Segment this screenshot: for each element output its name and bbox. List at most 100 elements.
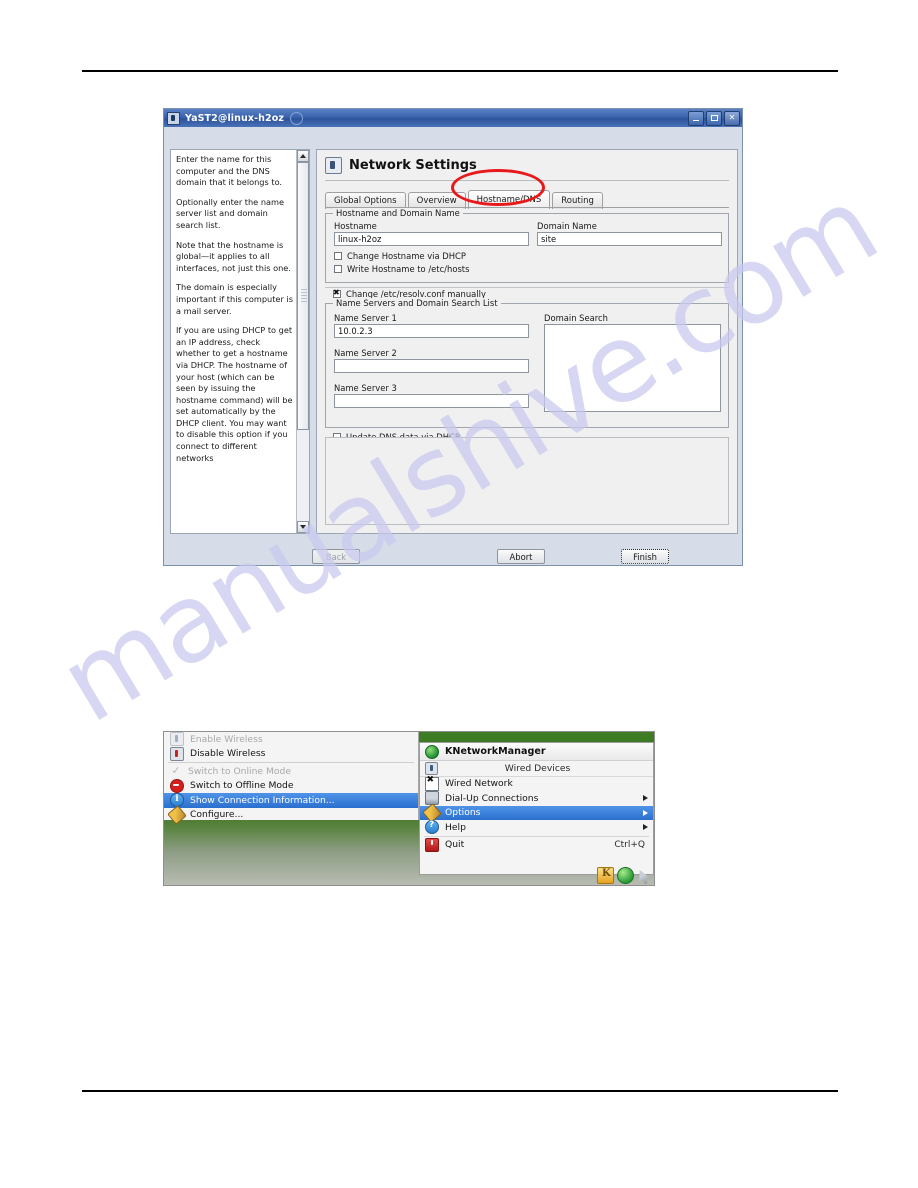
menu-header-label: KNetworkManager <box>445 746 546 757</box>
domain-name-label: Domain Name <box>537 221 597 231</box>
scrollbar-thumb[interactable] <box>297 162 309 430</box>
menu-section-wired-devices: Wired Devices <box>420 761 653 777</box>
domain-search-listbox[interactable] <box>544 324 721 412</box>
menu-item-configure[interactable]: Configure... <box>164 804 418 825</box>
submenu-arrow-icon <box>643 824 648 831</box>
back-button[interactable]: Back <box>312 549 360 564</box>
menu-item-label: Quit <box>445 839 465 851</box>
nameservers-group-legend: Name Servers and Domain Search List <box>333 298 501 308</box>
name-server-1-input[interactable]: 10.0.2.3 <box>334 324 529 338</box>
menu-item-enable-wireless[interactable]: Enable Wireless <box>164 732 418 747</box>
close-button[interactable]: ✕ <box>724 110 740 126</box>
window-title-badge-icon <box>290 111 303 125</box>
page-rule-bottom <box>82 1090 838 1092</box>
window-body: Enter the name for this computer and the… <box>164 127 742 567</box>
knetworkmanager-icon <box>425 744 439 759</box>
settings-content-pane: Network Settings Global Options Overview… <box>316 149 738 534</box>
page-rule-top <box>82 70 838 72</box>
menu-item-label: Dial-Up Connections <box>445 792 539 804</box>
help-paragraph: Note that the hostname is global—it appl… <box>176 239 291 273</box>
help-paragraph: Enter the name for this computer and the… <box>176 154 283 188</box>
checkbox-box <box>333 288 341 298</box>
maximize-button[interactable] <box>706 110 722 126</box>
domain-name-input[interactable]: site <box>537 232 722 246</box>
network-settings-icon <box>325 157 342 174</box>
menu-item-label: Configure... <box>190 809 244 821</box>
help-text: Enter the name for this computer and the… <box>171 150 296 533</box>
menu-header: KNetworkManager <box>420 743 653 761</box>
minimize-button[interactable] <box>688 110 704 126</box>
hostname-group-legend: Hostname and Domain Name <box>333 208 463 218</box>
cursor-icon <box>639 869 651 884</box>
hostname-input[interactable]: linux-h2oz <box>334 232 529 246</box>
checkbox-label: Change Hostname via DHCP <box>347 251 466 261</box>
page-title: Network Settings <box>349 158 477 173</box>
wrench-icon <box>167 804 187 825</box>
quit-icon <box>425 837 439 852</box>
abort-button[interactable]: Abort <box>497 549 545 564</box>
menu-item-label: Disable Wireless <box>190 748 266 760</box>
knetworkmanager-tray-icon[interactable] <box>617 867 634 884</box>
domain-search-label: Domain Search <box>544 313 608 323</box>
menu-divider <box>168 762 414 763</box>
kde-menu-icon[interactable] <box>597 867 614 884</box>
name-server-2-label: Name Server 2 <box>334 348 397 358</box>
name-server-3-input[interactable] <box>334 394 529 408</box>
menu-item-shortcut: Ctrl+Q <box>614 839 645 850</box>
menu-item-help[interactable]: Help <box>420 820 653 835</box>
knetworkmanager-screenshot: Enable Wireless Disable Wireless ✓ Switc… <box>163 731 655 886</box>
menu-divider <box>424 835 649 837</box>
menu-item-disable-wireless[interactable]: Disable Wireless <box>164 746 418 762</box>
submenu-arrow-icon <box>643 795 648 802</box>
menu-item-quit[interactable]: Quit Ctrl+Q <box>420 837 653 853</box>
menu-item-wired-network[interactable]: Wired Network <box>420 775 653 792</box>
checkbox-label: Write Hostname to /etc/hosts <box>347 264 470 274</box>
yast-app-icon <box>167 111 180 125</box>
window-controls: ✕ <box>688 110 740 126</box>
write-hostname-hosts-checkbox[interactable]: Write Hostname to /etc/hosts <box>334 264 469 274</box>
stop-icon <box>170 778 184 793</box>
help-panel: Enter the name for this computer and the… <box>170 149 310 534</box>
empty-content-area <box>325 437 729 525</box>
system-tray <box>597 867 652 884</box>
window-titlebar[interactable]: YaST2@linux-h2oz ✕ <box>164 109 742 127</box>
menu-item-switch-offline[interactable]: Switch to Offline Mode <box>164 778 418 794</box>
menu-item-label: Wired Network <box>445 778 513 790</box>
change-hostname-dhcp-checkbox[interactable]: Change Hostname via DHCP <box>334 251 466 261</box>
menu-item-label: Enable Wireless <box>190 733 263 745</box>
submenu-arrow-icon <box>643 809 648 816</box>
header-divider <box>325 180 729 181</box>
help-icon <box>425 820 439 835</box>
help-scrollbar[interactable] <box>296 150 309 533</box>
name-server-3-label: Name Server 3 <box>334 383 397 393</box>
hostname-domain-group: Hostname and Domain Name Hostname linux-… <box>325 208 729 283</box>
x-icon <box>425 775 439 791</box>
name-server-2-input[interactable] <box>334 359 529 373</box>
check-icon: ✓ <box>171 764 181 778</box>
menu-item-label: Show Connection Information... <box>190 794 335 806</box>
menu-item-label: Help <box>445 821 466 833</box>
nameservers-group: Name Servers and Domain Search List Name… <box>325 298 729 428</box>
help-paragraph: If you are using DHCP to get an IP addre… <box>176 325 293 463</box>
menu-item-options[interactable]: Options <box>420 802 653 823</box>
help-paragraph: The domain is especially important if th… <box>176 282 293 316</box>
menu-item-switch-online[interactable]: ✓ Switch to Online Mode <box>164 764 418 779</box>
window-title: YaST2@linux-h2oz <box>185 112 284 124</box>
scroll-down-icon[interactable] <box>297 521 309 533</box>
dialog-button-bar: Back Abort Finish <box>164 547 744 577</box>
checkbox-box <box>334 252 342 260</box>
scroll-up-icon[interactable] <box>297 150 309 162</box>
menu-item-label: Switch to Online Mode <box>188 765 292 777</box>
name-server-1-label: Name Server 1 <box>334 313 397 323</box>
finish-button[interactable]: Finish <box>621 549 669 564</box>
menu-item-label: Options <box>445 807 481 819</box>
checkbox-box <box>334 265 342 273</box>
wireless-icon <box>170 732 184 747</box>
pane-header: Network Settings <box>317 150 737 174</box>
hostname-label: Hostname <box>334 221 377 231</box>
knetworkmanager-menu: KNetworkManager Wired Devices Wired Netw… <box>419 742 654 875</box>
menu-item-show-connection-information[interactable]: Show Connection Information... <box>164 793 418 808</box>
help-paragraph: Optionally enter the name server list an… <box>176 196 285 230</box>
menu-item-dial-up-connections[interactable]: Dial-Up Connections <box>420 791 653 806</box>
wireless-off-icon <box>170 746 184 761</box>
